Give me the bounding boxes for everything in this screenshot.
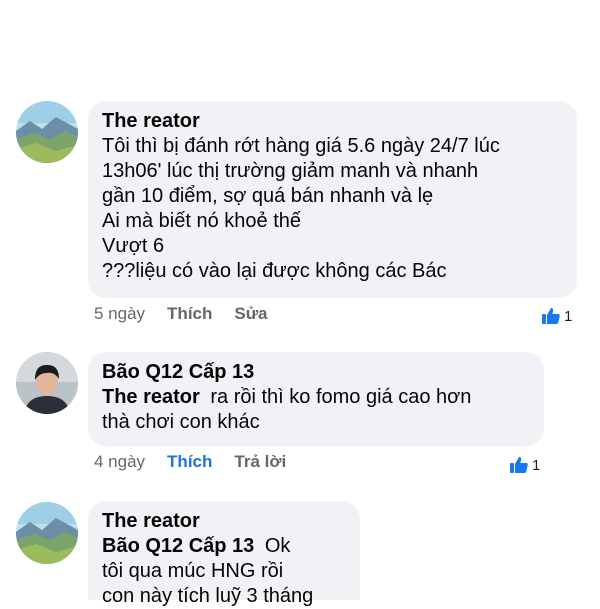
person-avatar-icon [16, 352, 78, 414]
reaction-number: 1 [564, 307, 573, 325]
commenter-avatar[interactable] [16, 352, 78, 414]
comment-text-line: 13h06' lúc thị trường giảm manh và nhanh [102, 160, 479, 182]
comment-author[interactable]: The reator [102, 509, 346, 534]
comment-actions: 4 ngày Thích Trả lời [94, 452, 286, 472]
like-button[interactable]: Thích [167, 304, 212, 324]
comment-text-line: The reator ra rồi thì ko fomo giá cao hơ… [102, 385, 530, 410]
comment-timestamp[interactable]: 4 ngày [94, 452, 145, 472]
landscape-avatar-icon [16, 502, 78, 564]
comment-text-line: Bão Q12 Cấp 13 Ok [102, 534, 346, 559]
comment-text-line: Ai mà biết nó khoẻ thế [102, 210, 302, 232]
thumbs-up-icon [510, 457, 528, 473]
commenter-avatar[interactable] [16, 502, 78, 564]
comment-text-line: con này tích luỹ 3 tháng [102, 585, 314, 607]
reply-button[interactable]: Trả lời [234, 452, 286, 472]
comment-author[interactable]: The reator [102, 109, 563, 134]
thumbs-up-icon [542, 308, 560, 324]
comment-text-line: tôi qua múc HNG rồi [102, 560, 284, 582]
edit-button[interactable]: Sửa [234, 304, 267, 324]
landscape-avatar-icon [16, 101, 78, 163]
comment-text: ra rồi thì ko fomo giá cao hơn [210, 386, 472, 408]
commenter-avatar[interactable] [16, 101, 78, 163]
comment-text-line: Vượt 6 [102, 235, 165, 257]
like-button[interactable]: Thích [167, 452, 212, 472]
comment-text-line: gần 10 điểm, sợ quá bán nhanh và lẹ [102, 185, 434, 207]
comment-timestamp[interactable]: 5 ngày [94, 304, 145, 324]
reaction-count[interactable]: 1 [541, 306, 572, 326]
reaction-number: 1 [532, 456, 541, 474]
mention-tag[interactable]: The reator [102, 386, 200, 408]
comment-text: Ok [264, 535, 291, 557]
comment-actions: 5 ngày Thích Sửa [94, 304, 268, 324]
reaction-count[interactable]: 1 [509, 455, 540, 475]
comment-text-line: thà chơi con khác [102, 411, 260, 433]
comment-author[interactable]: Bão Q12 Cấp 13 [102, 360, 530, 385]
comment-bubble: The reator Tôi thì bị đánh rớt hàng giá … [88, 101, 577, 298]
comment-bubble: The reator Bão Q12 Cấp 13 Ok tôi qua múc… [88, 501, 360, 607]
comment-bubble: Bão Q12 Cấp 13 The reator ra rồi thì ko … [88, 352, 544, 446]
mention-tag[interactable]: Bão Q12 Cấp 13 [102, 535, 254, 557]
comment-text-line: Tôi thì bị đánh rớt hàng giá 5.6 ngày 24… [102, 135, 500, 157]
comment-text-line: ???liệu có vào lại được không các Bác [102, 260, 447, 282]
